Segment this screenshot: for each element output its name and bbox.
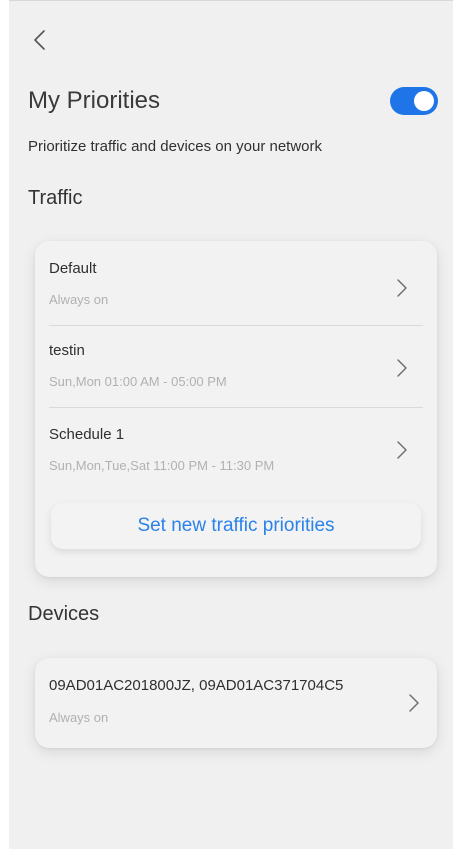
device-item-schedule: Always on xyxy=(49,710,109,725)
traffic-item-schedule-1[interactable]: Schedule 1 Sun,Mon,Tue,Sat 11:00 PM - 11… xyxy=(49,425,423,487)
priorities-toggle[interactable] xyxy=(390,87,438,115)
chevron-right-icon xyxy=(407,692,421,714)
devices-card: 09AD01AC201800JZ, 09AD01AC371704C5 Alway… xyxy=(35,658,437,748)
traffic-item-default[interactable]: Default Always on xyxy=(49,259,423,321)
page-subtitle: Prioritize traffic and devices on your n… xyxy=(28,138,323,155)
device-item[interactable]: 09AD01AC201800JZ, 09AD01AC371704C5 Alway… xyxy=(49,676,423,732)
chevron-right-icon xyxy=(395,277,409,299)
traffic-item-schedule: Sun,Mon 01:00 AM - 05:00 PM xyxy=(49,374,227,389)
divider xyxy=(49,325,423,326)
toggle-knob xyxy=(414,91,434,111)
title-row: My Priorities xyxy=(28,85,438,119)
chevron-left-icon xyxy=(29,27,53,53)
traffic-item-testin[interactable]: testin Sun,Mon 01:00 AM - 05:00 PM xyxy=(49,341,423,403)
traffic-item-title: Default xyxy=(49,260,97,277)
page-title: My Priorities xyxy=(28,87,161,114)
back-button[interactable] xyxy=(29,27,53,53)
traffic-section-label: Traffic xyxy=(28,187,83,209)
traffic-item-schedule: Sun,Mon,Tue,Sat 11:00 PM - 11:30 PM xyxy=(49,458,275,473)
traffic-item-title: testin xyxy=(49,342,85,359)
devices-section-label: Devices xyxy=(28,603,100,625)
priorities-screen: My Priorities Prioritize traffic and dev… xyxy=(9,0,453,849)
divider xyxy=(49,407,423,408)
chevron-right-icon xyxy=(395,357,409,379)
device-item-title: 09AD01AC201800JZ, 09AD01AC371704C5 xyxy=(49,677,344,694)
traffic-item-title: Schedule 1 xyxy=(49,426,125,443)
traffic-card: Default Always on testin Sun,Mon 01:00 A… xyxy=(35,241,437,577)
chevron-right-icon xyxy=(395,439,409,461)
traffic-item-schedule: Always on xyxy=(49,292,109,307)
set-new-traffic-priorities-button[interactable]: Set new traffic priorities xyxy=(51,503,421,549)
